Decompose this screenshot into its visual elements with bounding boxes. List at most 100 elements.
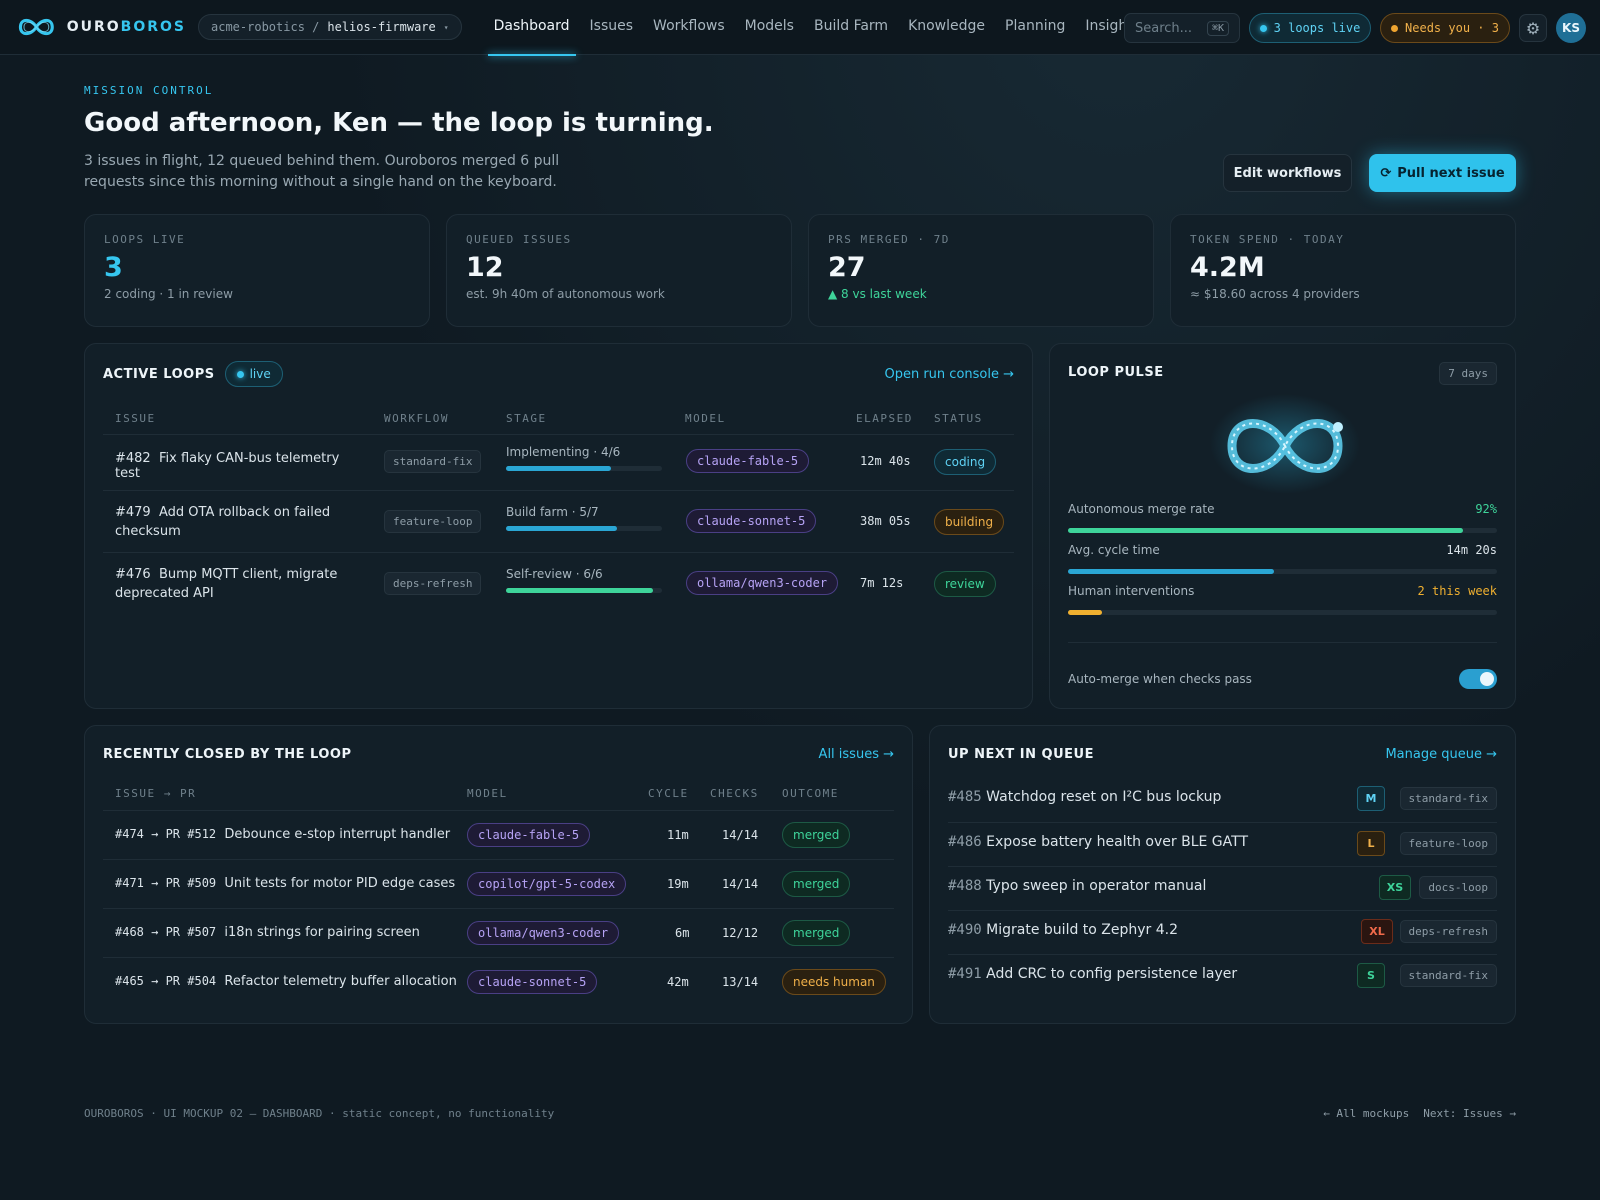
- needs-you-pill[interactable]: Needs you · 3: [1380, 13, 1510, 43]
- table-row[interactable]: #465 → PR #504 Refactor telemetry buffer…: [103, 957, 894, 1006]
- all-mockups-link[interactable]: ← All mockups: [1323, 1107, 1409, 1120]
- table-row[interactable]: #468 → PR #507 i18n strings for pairing …: [103, 908, 894, 957]
- issue-number: #491: [948, 966, 982, 982]
- search-placeholder: Search...: [1135, 20, 1193, 36]
- nav-knowledge[interactable]: Knowledge: [898, 0, 995, 55]
- cycle-time-fill: [1068, 569, 1274, 574]
- table-row[interactable]: #482 Fix flaky CAN-bus telemetry test st…: [103, 434, 1014, 490]
- outcome-badge: needs human: [782, 969, 886, 995]
- interventions-label: Human interventions: [1068, 584, 1195, 598]
- list-item[interactable]: #491 Add CRC to config persistence layer…: [948, 954, 1497, 998]
- issue-number: #482: [115, 451, 151, 466]
- stat-card-prs-merged: PRS MERGED · 7D 27 ▲ 8 vs last week: [808, 214, 1154, 327]
- loop-issue[interactable]: #476 Bump MQTT client, migrate deprecate…: [115, 565, 360, 603]
- col-header-issue: ISSUE: [115, 412, 156, 425]
- list-item[interactable]: #485 Watchdog reset on I²C bus lockup M …: [948, 778, 1497, 822]
- loop-pulse-title: LOOP PULSE: [1068, 365, 1164, 380]
- live-dot-icon: [236, 370, 244, 378]
- auto-merge-toggle[interactable]: [1459, 669, 1497, 689]
- col-header-workflow: WORKFLOW: [384, 412, 449, 425]
- range-selector[interactable]: 7 days: [1439, 362, 1497, 385]
- nav-workflows[interactable]: Workflows: [643, 0, 735, 55]
- col-header-status: STATUS: [934, 412, 983, 425]
- closed-issue[interactable]: #474 → PR #512 Debounce e-stop interrupt…: [115, 827, 450, 842]
- outcome-badge: merged: [782, 871, 851, 897]
- open-run-console-link[interactable]: Open run console →: [884, 367, 1014, 382]
- repo-selector[interactable]: acme-robotics / helios-firmware ▾: [198, 14, 462, 40]
- issue-pr-ref: #468 → PR #507: [115, 925, 217, 939]
- stat-value: 4.2M: [1190, 252, 1265, 283]
- table-row[interactable]: #471 → PR #509 Unit tests for motor PID …: [103, 859, 894, 908]
- workflow-chip: deps-refresh: [1399, 920, 1497, 943]
- page-title: Good afternoon, Ken — the loop is turnin…: [84, 108, 714, 138]
- nav-issues[interactable]: Issues: [580, 0, 644, 55]
- stat-label: QUEUED ISSUES: [466, 233, 572, 246]
- loops-live-pill[interactable]: 3 loops live: [1249, 13, 1371, 43]
- closed-issue[interactable]: #468 → PR #507 i18n strings for pairing …: [115, 925, 420, 940]
- model-chip: copilot/gpt-5-codex: [467, 872, 627, 896]
- queue-panel: UP NEXT IN QUEUE Manage queue → #485 Wat…: [929, 725, 1516, 1024]
- nav-models[interactable]: Models: [735, 0, 804, 55]
- page-eyebrow: MISSION CONTROL: [84, 84, 214, 97]
- stat-value: 27: [828, 252, 866, 283]
- footer-nav: ← All mockups Next: Issues →: [1323, 1107, 1516, 1120]
- stat-card-queued-issues: QUEUED ISSUES 12 est. 9h 40m of autonomo…: [446, 214, 792, 327]
- edit-workflows-button[interactable]: Edit workflows: [1223, 154, 1352, 192]
- list-item[interactable]: #490 Migrate build to Zephyr 4.2 XL deps…: [948, 910, 1497, 954]
- search-input[interactable]: Search... ⌘K: [1124, 13, 1240, 43]
- all-issues-link[interactable]: All issues →: [819, 747, 894, 762]
- active-loops-panel: ACTIVE LOOPS live Open run console → ISS…: [84, 343, 1033, 709]
- nav-dashboard[interactable]: Dashboard: [484, 0, 580, 56]
- stat-card-loops-live: LOOPS LIVE 3 2 coding · 1 in review: [84, 214, 430, 327]
- cycle-time: 6m: [675, 926, 690, 940]
- needs-you-label: Needs you · 3: [1405, 21, 1499, 35]
- workflow-chip: docs-loop: [1419, 876, 1497, 899]
- cycle-time: 19m: [667, 877, 689, 891]
- elapsed-time: 7m 12s: [860, 576, 904, 590]
- model-chip: claude-sonnet-5: [686, 509, 817, 533]
- table-row[interactable]: #476 Bump MQTT client, migrate deprecate…: [103, 552, 1014, 614]
- merge-rate-label: Autonomous merge rate: [1068, 502, 1215, 516]
- issue-number: #476: [115, 567, 151, 582]
- nav-build-farm[interactable]: Build Farm: [804, 0, 898, 55]
- brand-logo[interactable]: OUROBOROS: [16, 14, 186, 40]
- loop-issue[interactable]: #479 Add OTA rollback on failed checksum: [115, 503, 360, 541]
- settings-button[interactable]: ⚙: [1519, 14, 1547, 42]
- closed-issue[interactable]: #465 → PR #504 Refactor telemetry buffer…: [115, 974, 457, 989]
- stage-progress-fill: [506, 466, 611, 471]
- pull-next-issue-button[interactable]: ⟳ Pull next issue: [1369, 154, 1516, 192]
- checks-count: 14/14: [722, 828, 759, 842]
- model-chip: claude-fable-5: [686, 449, 810, 473]
- cycle-time-label: Avg. cycle time: [1068, 543, 1160, 557]
- stage-progress-fill: [506, 588, 653, 593]
- interventions-value: 2 this week: [1417, 584, 1497, 598]
- recently-closed-title: RECENTLY CLOSED BY THE LOOP: [103, 747, 352, 762]
- next-mockup-link[interactable]: Next: Issues →: [1423, 1107, 1516, 1120]
- stage-label: Self-review · 6/6: [506, 567, 603, 581]
- list-item[interactable]: #488 Typo sweep in operator manual XS do…: [948, 866, 1497, 910]
- table-row[interactable]: #479 Add OTA rollback on failed checksum…: [103, 490, 1014, 552]
- table-row[interactable]: #474 → PR #512 Debounce e-stop interrupt…: [103, 810, 894, 859]
- interventions-bar: [1068, 610, 1497, 615]
- col-header-stage: STAGE: [506, 412, 547, 425]
- nav-planning[interactable]: Planning: [995, 0, 1075, 55]
- col-header-elapsed: ELAPSED: [856, 412, 913, 425]
- recently-closed-panel: RECENTLY CLOSED BY THE LOOP All issues →…: [84, 725, 913, 1024]
- stat-value: 12: [466, 252, 504, 283]
- stat-sub: ▲ 8 vs last week: [828, 287, 927, 301]
- issue-title: Add CRC to config persistence layer: [986, 966, 1238, 982]
- stage-progress-fill: [506, 526, 617, 531]
- brand-name: OUROBOROS: [66, 19, 186, 35]
- issue-number: #485: [948, 789, 982, 805]
- manage-queue-link[interactable]: Manage queue →: [1385, 747, 1497, 762]
- avatar[interactable]: KS: [1556, 13, 1586, 43]
- issue-title: Expose battery health over BLE GATT: [986, 834, 1248, 850]
- merge-rate-bar: [1068, 528, 1497, 533]
- stat-value: 3: [104, 252, 123, 283]
- loop-issue[interactable]: #482 Fix flaky CAN-bus telemetry test: [115, 451, 365, 481]
- list-item[interactable]: #486 Expose battery health over BLE GATT…: [948, 822, 1497, 866]
- closed-issue[interactable]: #471 → PR #509 Unit tests for motor PID …: [115, 876, 455, 891]
- ouroboros-pulse-icon: [1210, 394, 1360, 494]
- col-header-outcome: OUTCOME: [782, 787, 839, 800]
- repo-org: acme-robotics /: [211, 20, 320, 34]
